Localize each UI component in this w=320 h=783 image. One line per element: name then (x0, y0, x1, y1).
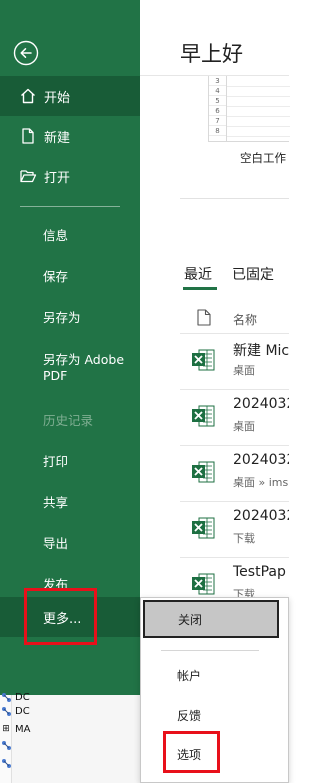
highlight-box-options (163, 731, 220, 773)
tree-item[interactable] (0, 738, 12, 752)
sidebar-item-label: 打开 (44, 170, 71, 186)
excel-file-icon (192, 517, 215, 539)
tree-item[interactable] (0, 756, 12, 770)
row-number: 8 (209, 126, 226, 136)
sidebar-item-label: 另存为 Adobe PDF (43, 352, 125, 383)
file-path: 桌面 » ims (233, 476, 289, 489)
highlight-box-more (24, 588, 97, 645)
row-number: 5 (209, 96, 226, 106)
network-node-icon (0, 691, 12, 703)
file-name: 2024032 (233, 396, 289, 412)
sidebar-item-save-as[interactable]: 另存为 (0, 296, 140, 337)
menu-item-feedback[interactable]: 反馈 (141, 697, 281, 733)
sidebar-item-label: 开始 (44, 90, 71, 106)
tree-item-label: DC (15, 691, 30, 703)
tree-item[interactable]: ⊞ MA (0, 722, 30, 736)
excel-file-icon (192, 405, 215, 427)
excel-file-icon (192, 349, 215, 371)
open-folder-icon (18, 166, 38, 186)
sidebar-item-save-as-pdf[interactable]: 另存为 Adobe PDF (0, 337, 140, 399)
document-icon (197, 309, 211, 326)
file-tabs: 最近 已固定 (184, 264, 294, 284)
file-name: 2024032 (233, 508, 289, 524)
name-column-header: 名称 (233, 313, 258, 327)
tab-recent[interactable]: 最近 (184, 264, 212, 284)
active-tab-indicator (183, 287, 217, 290)
sidebar-item-history: 历史记录 (43, 413, 94, 428)
row-number: 4 (209, 86, 226, 96)
tab-pinned[interactable]: 已固定 (232, 264, 274, 284)
tree-item-label: DC (15, 705, 30, 717)
menu-item-account[interactable]: 帐户 (141, 657, 281, 693)
recent-file-row[interactable]: 2024032 下载 (180, 501, 289, 557)
recent-file-row[interactable]: 2024032 桌面 (180, 389, 289, 445)
file-path: 桌面 (233, 420, 255, 433)
sidebar-item-share[interactable]: 共享 (0, 481, 140, 522)
file-list-header: 名称 (180, 303, 289, 333)
network-node-icon (0, 739, 12, 751)
sidebar-item-new[interactable]: 新建 (0, 116, 140, 156)
back-button[interactable] (13, 40, 39, 66)
page-title: 早上好 (180, 42, 243, 66)
sidebar-item-open[interactable]: 打开 (0, 156, 140, 196)
sidebar-item-save[interactable]: 保存 (0, 255, 140, 296)
template-label: 空白工作 (240, 151, 286, 165)
new-document-icon (18, 126, 38, 146)
sidebar-item-info[interactable]: 信息 (0, 214, 140, 255)
row-number: 6 (209, 106, 226, 116)
file-name: 新建 Mic (233, 343, 289, 359)
menu-item-close[interactable]: 关闭 (143, 600, 279, 638)
section-divider (180, 198, 289, 199)
sidebar-divider (20, 206, 120, 207)
sidebar-main-nav: 开始 新建 打开 (0, 76, 140, 196)
network-node-icon (0, 757, 12, 769)
file-path: 桌面 (233, 364, 255, 377)
blank-workbook-template[interactable]: 3 4 5 6 7 8 (208, 76, 290, 142)
excel-file-icon (192, 573, 215, 595)
recent-file-row[interactable]: 新建 Mic 桌面 (180, 333, 289, 389)
sidebar-item-print[interactable]: 打印 (0, 440, 140, 481)
sidebar-item-home[interactable]: 开始 (0, 76, 140, 116)
recent-file-row[interactable]: 2024032 桌面 » ims (180, 445, 289, 501)
sidebar-item-label: 新建 (44, 130, 71, 146)
row-number: 7 (209, 116, 226, 126)
menu-item-label: 关闭 (178, 612, 203, 627)
menu-divider (161, 650, 259, 651)
file-name: TestPap (233, 564, 286, 580)
file-name: 2024032 (233, 452, 289, 468)
row-number: 3 (209, 76, 226, 86)
home-icon (18, 86, 38, 106)
sidebar-sub-nav: 信息 保存 另存为 另存为 Adobe PDF 历史记录 打印 共享 导出 发布 (0, 214, 140, 604)
tree-item-label: MA (15, 723, 31, 735)
tree-item[interactable]: DC (0, 704, 30, 718)
excel-file-icon (192, 461, 215, 483)
expand-icon: ⊞ (2, 724, 10, 734)
tree-item[interactable]: DC (0, 690, 30, 704)
back-arrow-icon (13, 40, 39, 66)
file-path: 下载 (233, 532, 255, 545)
template-row-numbers: 3 4 5 6 7 8 (209, 76, 227, 142)
network-node-icon (0, 705, 12, 717)
sidebar-item-export[interactable]: 导出 (0, 522, 140, 563)
